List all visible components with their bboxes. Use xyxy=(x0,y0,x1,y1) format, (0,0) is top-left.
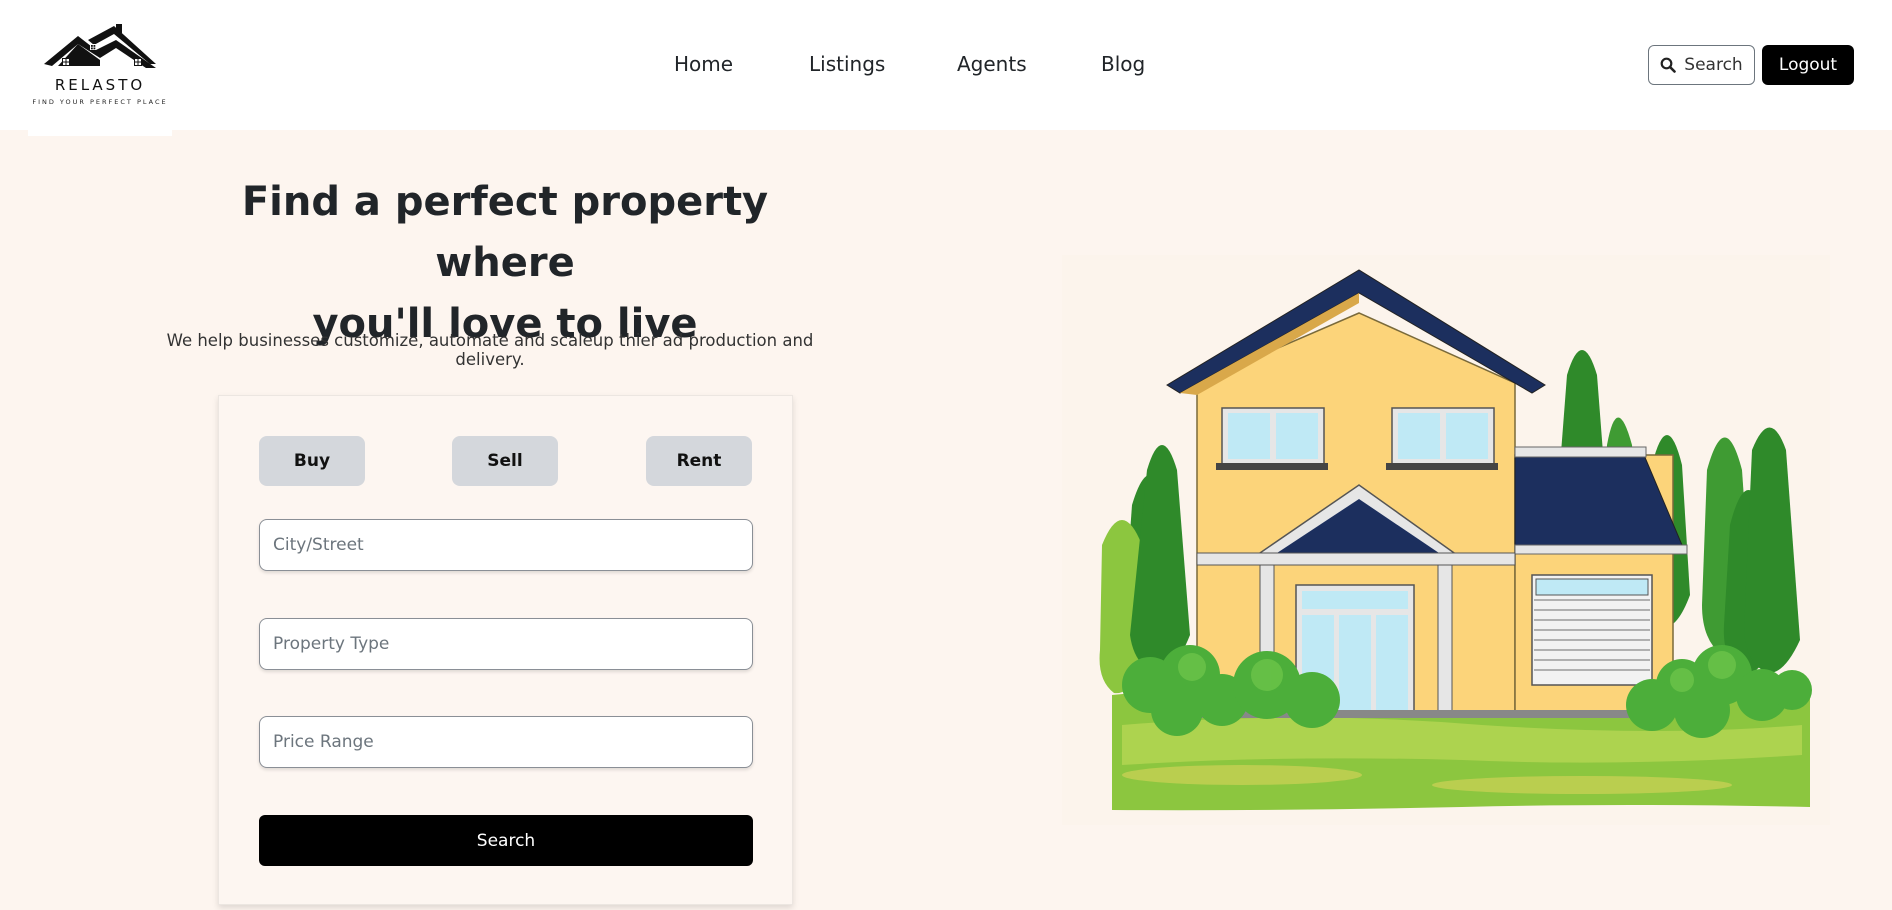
nav-agents[interactable]: Agents xyxy=(957,52,1027,76)
tab-buy[interactable]: Buy xyxy=(259,436,365,486)
logout-button[interactable]: Logout xyxy=(1762,45,1854,85)
tab-sell[interactable]: Sell xyxy=(452,436,558,486)
tab-rent[interactable]: Rent xyxy=(646,436,752,486)
hero-illustration xyxy=(1062,255,1830,825)
nav-home[interactable]: Home xyxy=(674,52,733,76)
search-submit-button[interactable]: Search xyxy=(259,815,753,866)
house-illustration xyxy=(1099,269,1812,811)
logo-tagline: FIND YOUR PERFECT PLACE xyxy=(32,98,168,106)
main-nav: Home Listings Agents Blog xyxy=(0,52,1892,82)
hero-title-line1: Find a perfect property where xyxy=(241,179,769,286)
header-search-label: Search xyxy=(1684,55,1743,75)
nav-blog[interactable]: Blog xyxy=(1101,52,1145,76)
nav-listings[interactable]: Listings xyxy=(809,52,885,76)
header-search-button[interactable]: Search xyxy=(1648,45,1755,85)
price-range-input[interactable] xyxy=(259,716,753,768)
hero-title: Find a perfect property where you'll lov… xyxy=(170,172,840,355)
search-icon xyxy=(1660,57,1677,73)
city-street-input[interactable] xyxy=(259,519,753,571)
site-header: RELASTO FIND YOUR PERFECT PLACE Home Lis… xyxy=(0,0,1892,136)
property-search-card: Buy Sell Rent Search xyxy=(218,395,793,905)
hero-subtitle: We help businesses customize, automate a… xyxy=(166,331,814,369)
property-type-input[interactable] xyxy=(259,618,753,670)
